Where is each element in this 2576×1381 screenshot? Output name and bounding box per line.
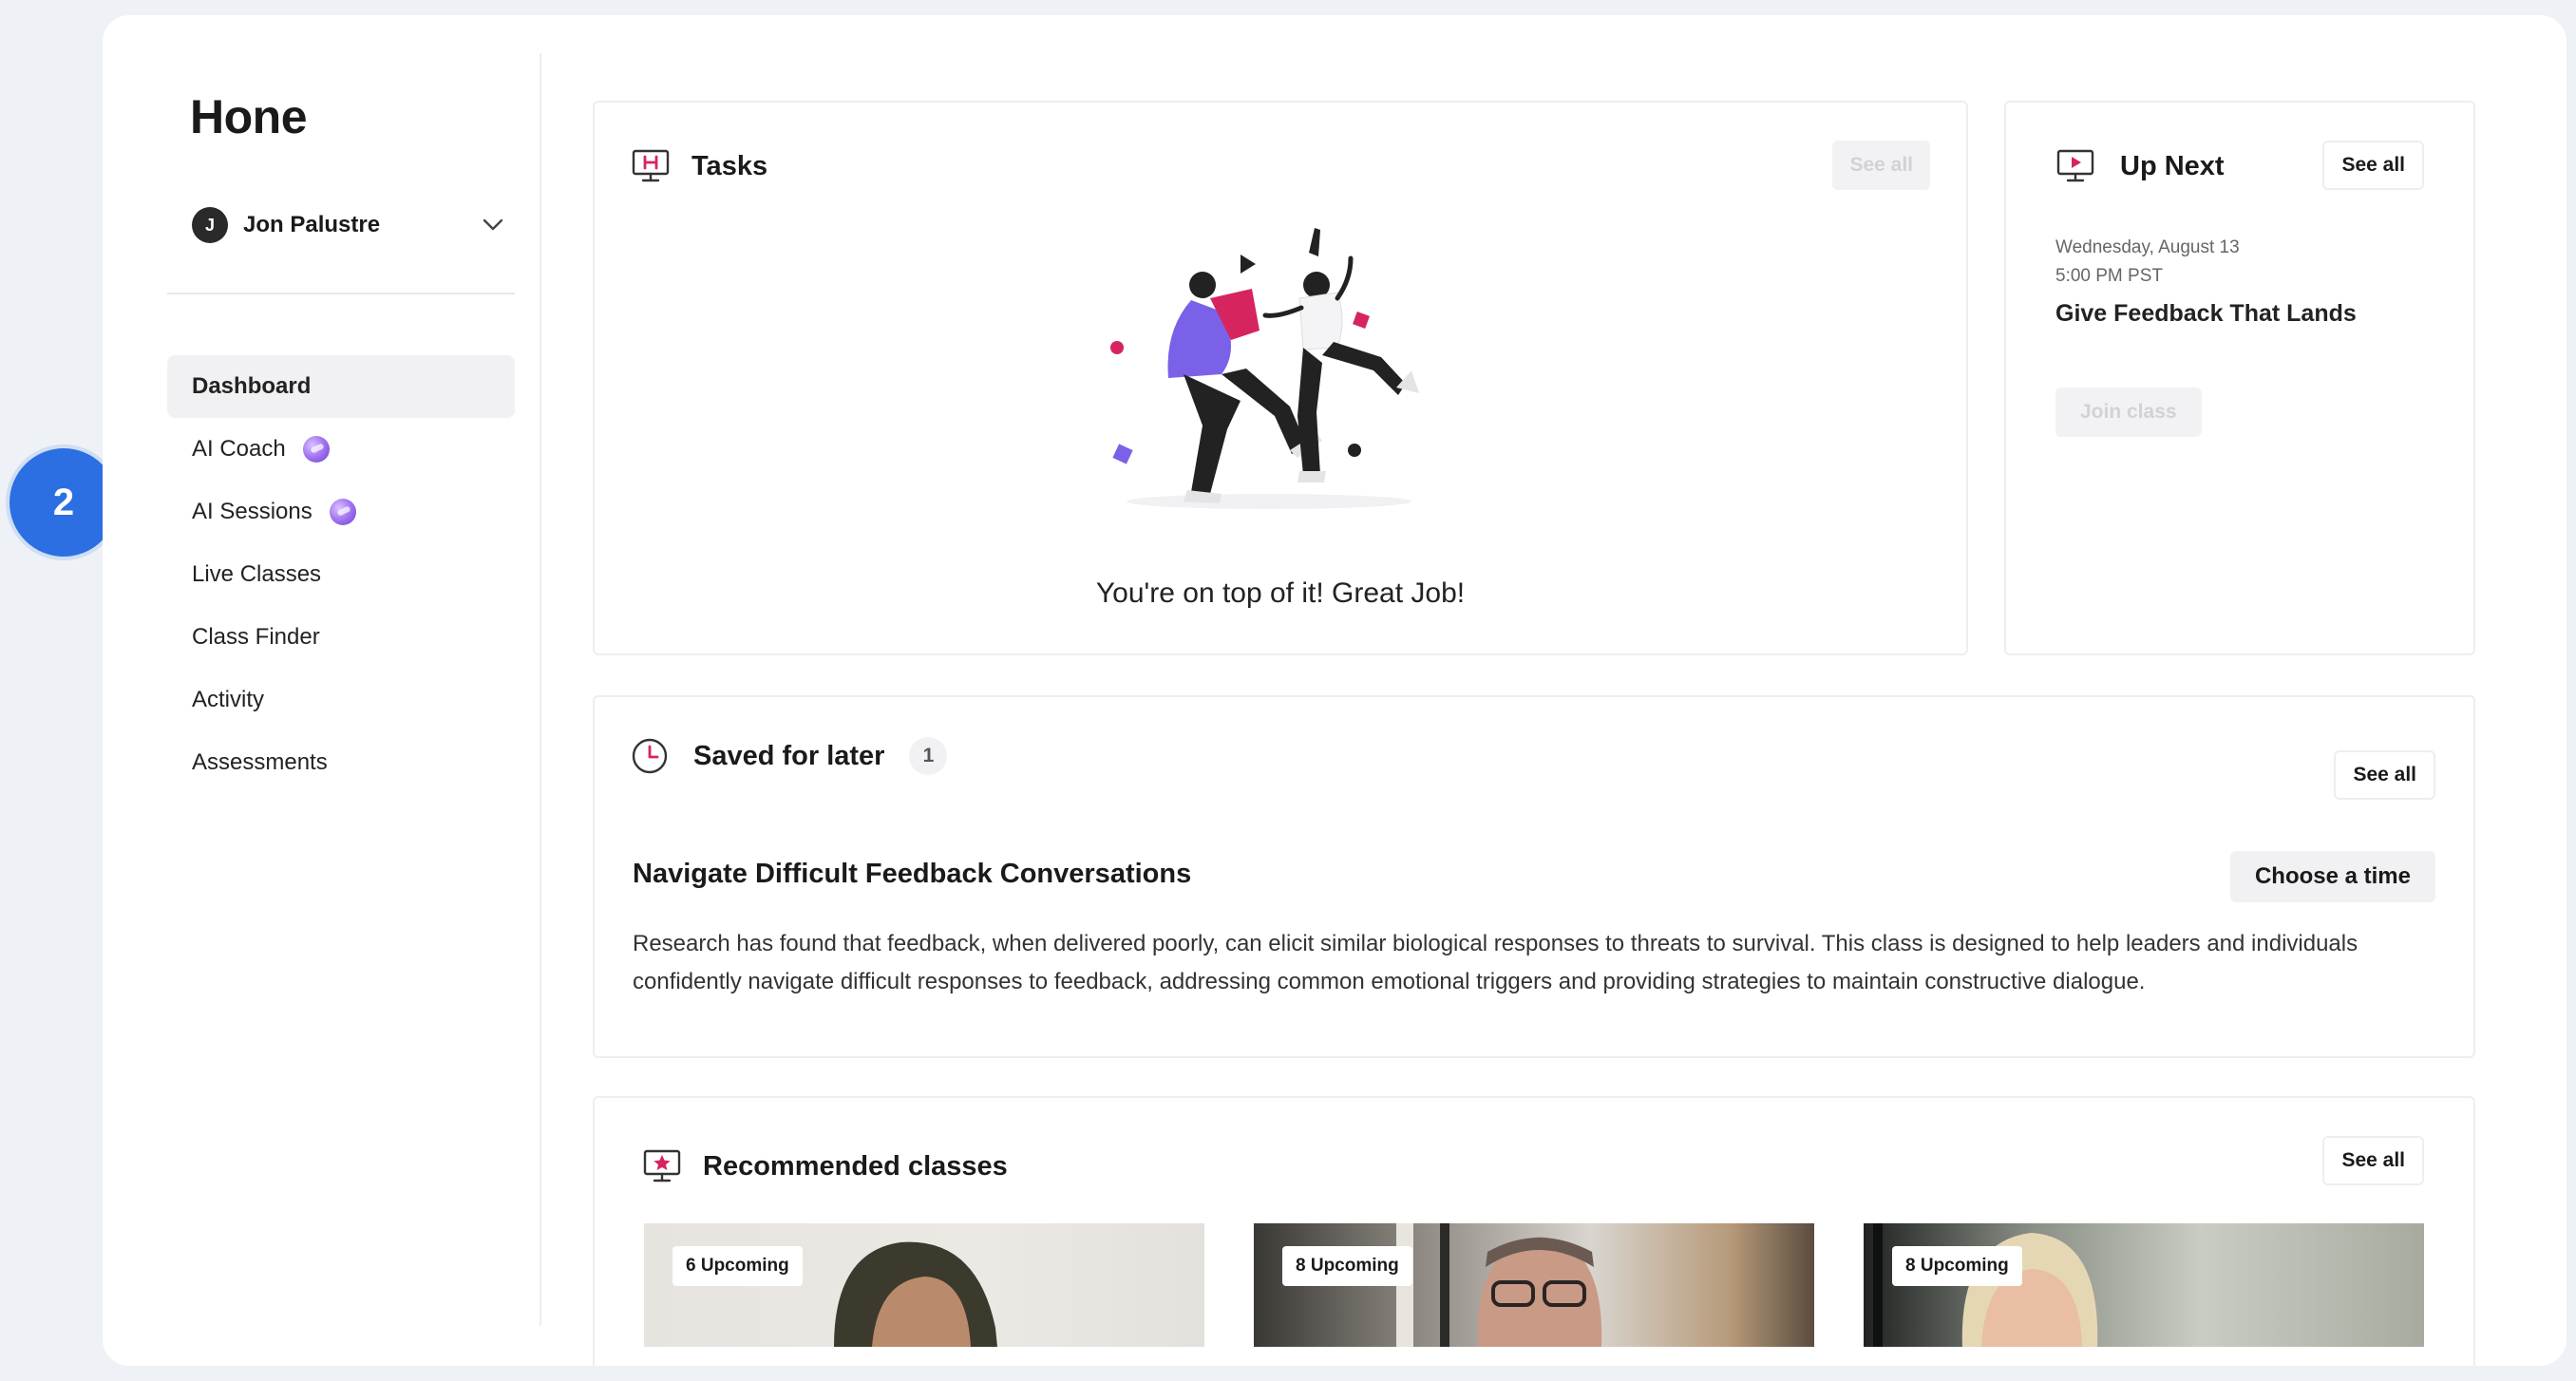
sidebar-item-label: Class Finder	[192, 624, 320, 650]
tasks-header: Tasks	[631, 148, 767, 184]
app-logo: Hone	[190, 90, 308, 143]
recommended-classes-card: Recommended classes See all 6 Upcoming 8…	[593, 1096, 2475, 1366]
user-menu[interactable]: J Jon Palustre	[192, 188, 505, 262]
ai-orb-icon	[329, 499, 356, 525]
up-next-time: 5:00 PM PST	[2055, 266, 2163, 286]
sidebar-item-label: Live Classes	[192, 561, 322, 587]
user-name: Jon Palustre	[243, 212, 381, 237]
step-marker-number: 2	[52, 481, 75, 523]
upcoming-badge: 8 Upcoming	[1892, 1246, 2022, 1286]
choose-a-time-button[interactable]: Choose a time	[2229, 851, 2435, 902]
saved-class-title[interactable]: Navigate Difficult Feedback Conversation…	[633, 859, 1191, 890]
class-card-thumbnail[interactable]: 6 Upcoming	[644, 1223, 1204, 1347]
sidebar-item-label: Assessments	[192, 749, 328, 775]
sidebar: Hone J Jon Palustre Dashboard AI Coach A…	[103, 15, 541, 1366]
upcoming-badge: 8 Upcoming	[1282, 1246, 1412, 1286]
saved-see-all-button[interactable]: See all	[2334, 750, 2435, 800]
ai-orb-icon	[302, 436, 330, 463]
step-marker-badge: 2	[9, 448, 118, 557]
saved-count-badge: 1	[909, 737, 948, 775]
class-card-thumbnail[interactable]: 8 Upcoming	[1254, 1223, 1814, 1347]
upcoming-badge: 6 Upcoming	[672, 1246, 803, 1286]
sidebar-item-activity[interactable]: Activity	[167, 669, 515, 731]
chevron-down-icon[interactable]	[481, 213, 505, 237]
monitor-play-icon	[2055, 148, 2095, 184]
avatar: J	[192, 207, 228, 243]
sidebar-item-ai-coach[interactable]: AI Coach	[167, 418, 515, 481]
join-class-button[interactable]: Join class	[2055, 388, 2202, 437]
up-next-card: Up Next See all Wednesday, August 13 5:0…	[2004, 101, 2475, 655]
sidebar-item-live-classes[interactable]: Live Classes	[167, 543, 515, 606]
recommended-title: Recommended classes	[703, 1150, 1008, 1182]
monitor-star-icon	[642, 1148, 682, 1184]
tasks-see-all-button[interactable]: See all	[1832, 141, 1930, 190]
recommended-header: Recommended classes	[642, 1145, 1008, 1187]
up-next-title: Up Next	[2120, 150, 2225, 181]
sidebar-divider	[167, 293, 515, 294]
sidebar-item-class-finder[interactable]: Class Finder	[167, 606, 515, 669]
up-next-header: Up Next	[2055, 148, 2225, 184]
up-next-datetime: Wednesday, August 13 5:00 PM PST	[2055, 234, 2240, 291]
up-next-see-all-button[interactable]: See all	[2322, 141, 2424, 190]
clock-icon	[631, 737, 669, 775]
sidebar-border	[540, 53, 541, 1326]
app-window: Hone J Jon Palustre Dashboard AI Coach A…	[103, 15, 2567, 1366]
tasks-empty-message: You're on top of it! Great Job!	[1095, 577, 1466, 609]
tasks-title: Tasks	[691, 150, 768, 181]
recommended-see-all-button[interactable]: See all	[2322, 1136, 2424, 1185]
sidebar-item-label: Activity	[192, 687, 265, 712]
celebration-illustration	[1110, 228, 1419, 509]
sidebar-item-dashboard[interactable]: Dashboard	[167, 355, 515, 418]
sidebar-nav: Dashboard AI Coach AI Sessions Live Clas…	[167, 355, 515, 794]
up-next-date: Wednesday, August 13	[2055, 237, 2240, 257]
sidebar-item-ai-sessions[interactable]: AI Sessions	[167, 481, 515, 543]
saved-header: Saved for later 1	[631, 735, 948, 777]
sidebar-item-label: AI Sessions	[192, 499, 313, 524]
saved-for-later-card: Saved for later 1 See all Navigate Diffi…	[593, 695, 2475, 1058]
sidebar-item-label: AI Coach	[192, 436, 286, 462]
monitor-h-icon	[631, 148, 671, 184]
tasks-card: Tasks See all You're on top of it! Great…	[593, 101, 1968, 655]
saved-class-description: Research has found that feedback, when d…	[633, 931, 2358, 994]
sidebar-item-assessments[interactable]: Assessments	[167, 731, 515, 794]
saved-title: Saved for later	[693, 740, 885, 771]
up-next-class-title: Give Feedback That Lands	[2055, 300, 2357, 327]
class-card-thumbnail[interactable]: 8 Upcoming	[1864, 1223, 2424, 1347]
sidebar-item-label: Dashboard	[192, 373, 312, 399]
